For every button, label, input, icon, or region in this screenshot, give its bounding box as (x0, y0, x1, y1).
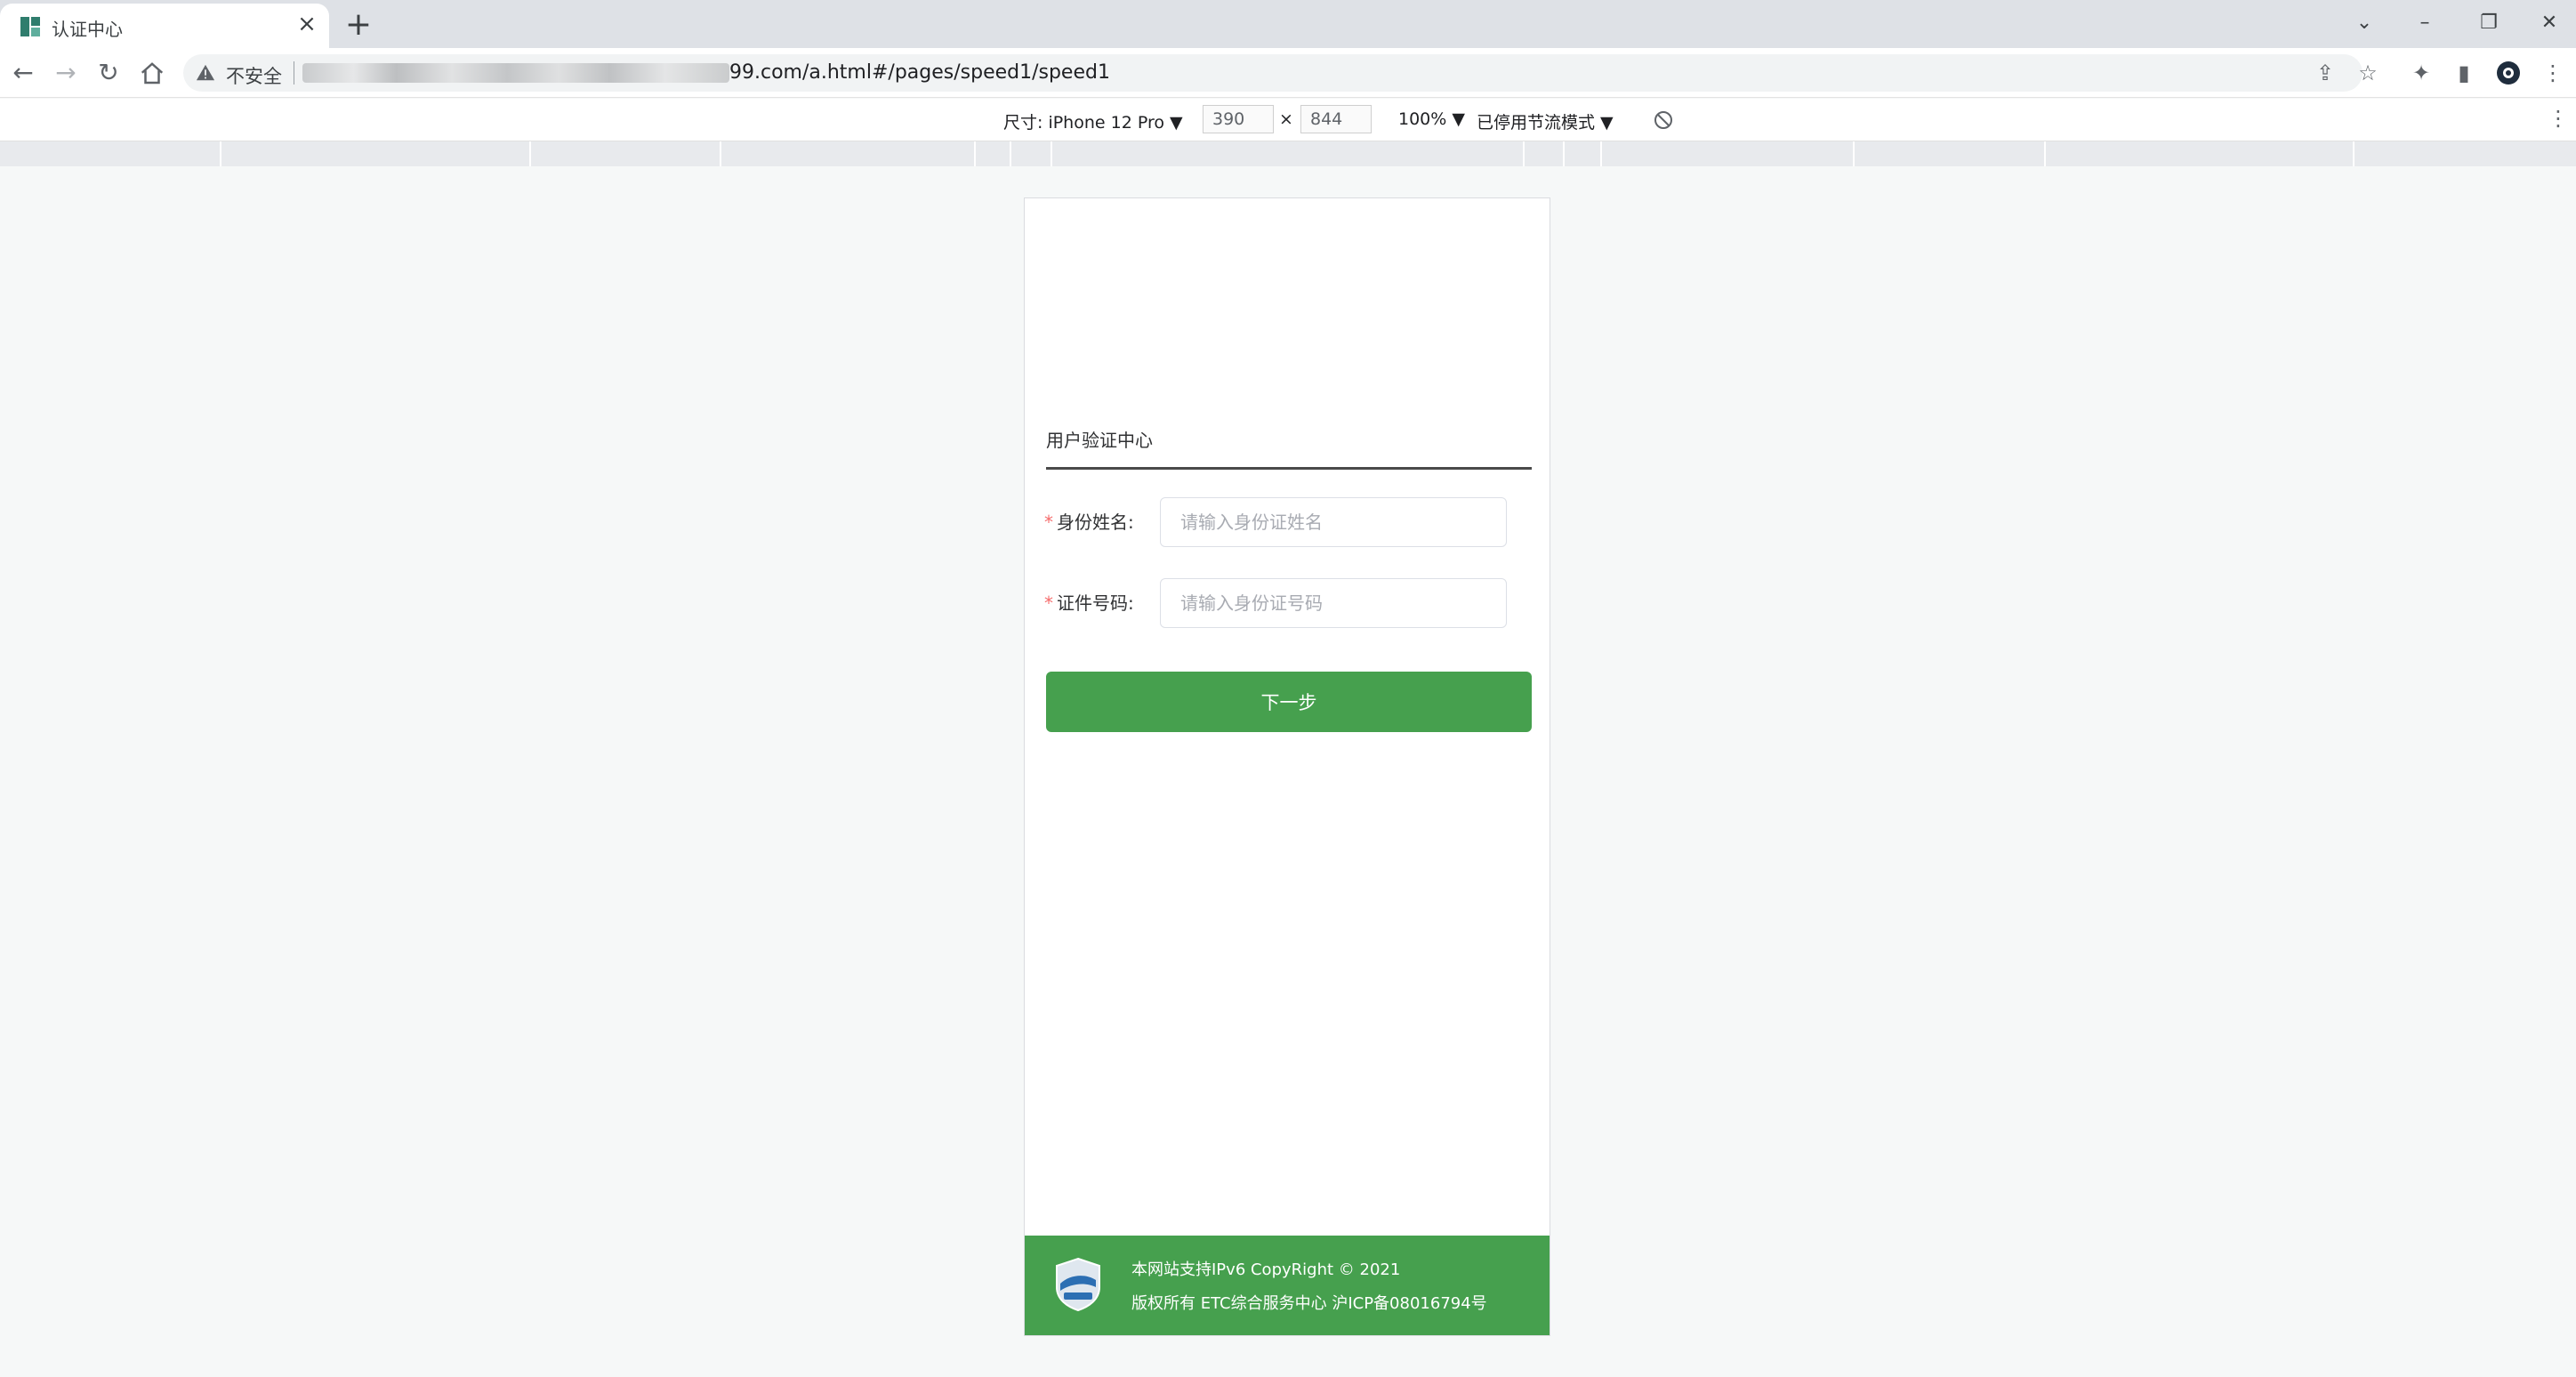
back-icon[interactable]: ← (9, 59, 37, 87)
url-text[interactable]: 99.com/a.html#/pages/speed1/speed1 (729, 61, 1110, 84)
device-height-input[interactable]: 844 (1300, 105, 1372, 133)
tab-close-icon[interactable]: × (294, 11, 320, 37)
tab-strip: 认证中心 × + ⌄ – ❐ ✕ (0, 0, 2576, 48)
media-query-ruler (0, 141, 2576, 166)
next-step-button[interactable]: 下一步 (1046, 672, 1532, 732)
new-tab-button[interactable]: + (342, 9, 374, 43)
warning-icon (196, 64, 215, 81)
extensions-icon[interactable]: ✦ (2409, 60, 2434, 85)
rotate-icon[interactable] (1653, 109, 1674, 131)
device-toolbar-menu-icon[interactable]: ⋮ (2548, 106, 2569, 131)
site-favicon-icon (20, 17, 40, 36)
profile-avatar-icon[interactable] (2496, 60, 2521, 85)
dimension-separator: × (1279, 109, 1293, 129)
address-bar[interactable]: 不安全 99.com/a.html#/pages/speed1/speed1 (183, 54, 2363, 92)
footer-copyright: 本网站支持IPv6 CopyRight © 2021 (1131, 1260, 1401, 1279)
minimize-icon[interactable]: – (2407, 7, 2443, 39)
name-input[interactable] (1160, 497, 1507, 547)
close-window-icon[interactable]: ✕ (2532, 7, 2567, 39)
id-number-input[interactable] (1160, 578, 1507, 628)
home-icon[interactable] (139, 60, 165, 87)
restore-icon[interactable]: ❐ (2471, 7, 2507, 39)
security-status[interactable]: 不安全 (226, 62, 282, 89)
share-icon[interactable]: ⇪ (2313, 60, 2338, 85)
required-mark: * (1044, 511, 1053, 533)
name-label: * 身份姓名: (1044, 508, 1134, 534)
throttling-select[interactable]: 已停用节流模式 ▼ (1477, 109, 1614, 133)
device-toolbar: 尺寸: iPhone 12 Pro ▼ 390 × 844 100% ▼ 已停用… (0, 99, 2576, 141)
bookmark-star-icon[interactable]: ☆ (2355, 60, 2380, 85)
side-panel-icon[interactable]: ▮ (2451, 60, 2476, 85)
browser-tab[interactable]: 认证中心 × (0, 4, 329, 48)
blurred-url-segment (302, 63, 729, 83)
required-mark: * (1044, 592, 1053, 614)
form-title: 用户验证中心 (1046, 430, 1153, 451)
menu-kebab-icon[interactable]: ⋮ (2540, 60, 2565, 85)
site-logo-icon (1056, 1257, 1100, 1312)
forward-icon[interactable]: → (52, 59, 80, 87)
tab-search-icon[interactable]: ⌄ (2347, 7, 2382, 39)
footer-icp: 版权所有 ETC综合服务中心 沪ICP备08016794号 (1131, 1294, 1487, 1313)
tab-title: 认证中心 (52, 19, 123, 40)
zoom-select[interactable]: 100% ▼ (1398, 109, 1465, 129)
reload-icon[interactable]: ↻ (94, 59, 123, 87)
device-width-input[interactable]: 390 (1203, 105, 1274, 133)
id-label: * 证件号码: (1044, 589, 1134, 615)
name-label-text: 身份姓名: (1057, 511, 1134, 533)
device-dimensions-select[interactable]: 尺寸: iPhone 12 Pro ▼ (1003, 109, 1183, 133)
browser-toolbar: ← → ↻ 不安全 99.com/a.html#/pages/speed1/sp… (0, 48, 2576, 98)
id-label-text: 证件号码: (1057, 592, 1134, 614)
page-footer: 本网站支持IPv6 CopyRight © 2021 版权所有 ETC综合服务中… (1025, 1236, 1550, 1335)
title-underline (1046, 467, 1532, 470)
device-viewport: 用户验证中心 *身份姓名: *证件号码: 下一步 本网站支持IPv6 CopyR… (1024, 197, 1550, 1336)
